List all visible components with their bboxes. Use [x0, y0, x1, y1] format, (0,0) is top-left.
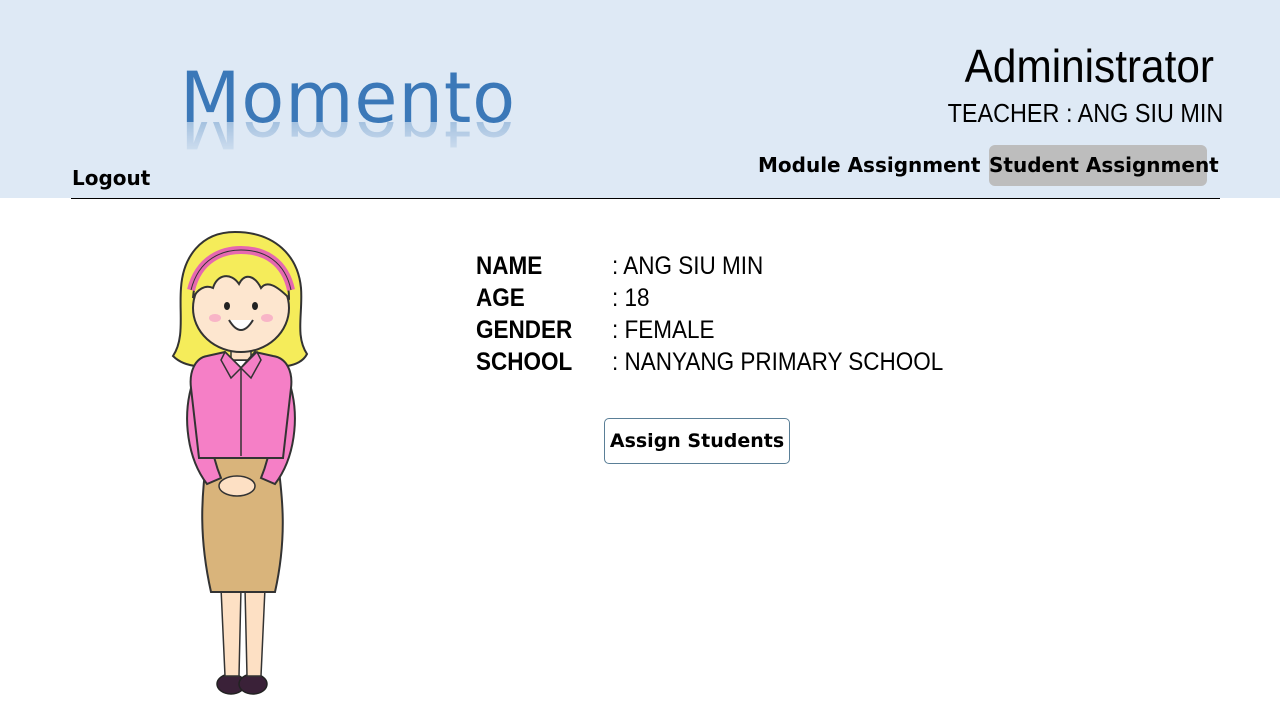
app-logo: Momento Momento: [180, 58, 516, 168]
logo-reflection: Momento: [180, 122, 516, 162]
name-label: NAME: [476, 252, 543, 280]
teacher-avatar-illustration: [165, 228, 315, 700]
school-label: SCHOOL: [476, 348, 573, 376]
name-value: : ANG SIU MIN: [612, 252, 764, 280]
age-label: AGE: [476, 284, 525, 312]
user-role: Administrator: [964, 40, 1214, 92]
header: Momento Momento Logout Administrator TEA…: [0, 0, 1280, 198]
nav-student-assignment[interactable]: Student Assignment: [989, 145, 1219, 186]
logout-link[interactable]: Logout: [72, 166, 150, 190]
age-value: : 18: [612, 284, 650, 312]
header-divider: [71, 198, 1220, 199]
teacher-name: TEACHER : ANG SIU MIN: [947, 98, 1223, 128]
school-value: : NANYANG PRIMARY SCHOOL: [612, 348, 944, 376]
gender-value: : FEMALE: [612, 316, 715, 344]
nav-module-assignment[interactable]: Module Assignment: [748, 145, 990, 186]
gender-label: GENDER: [476, 316, 573, 344]
assign-students-button[interactable]: Assign Students: [604, 418, 790, 464]
